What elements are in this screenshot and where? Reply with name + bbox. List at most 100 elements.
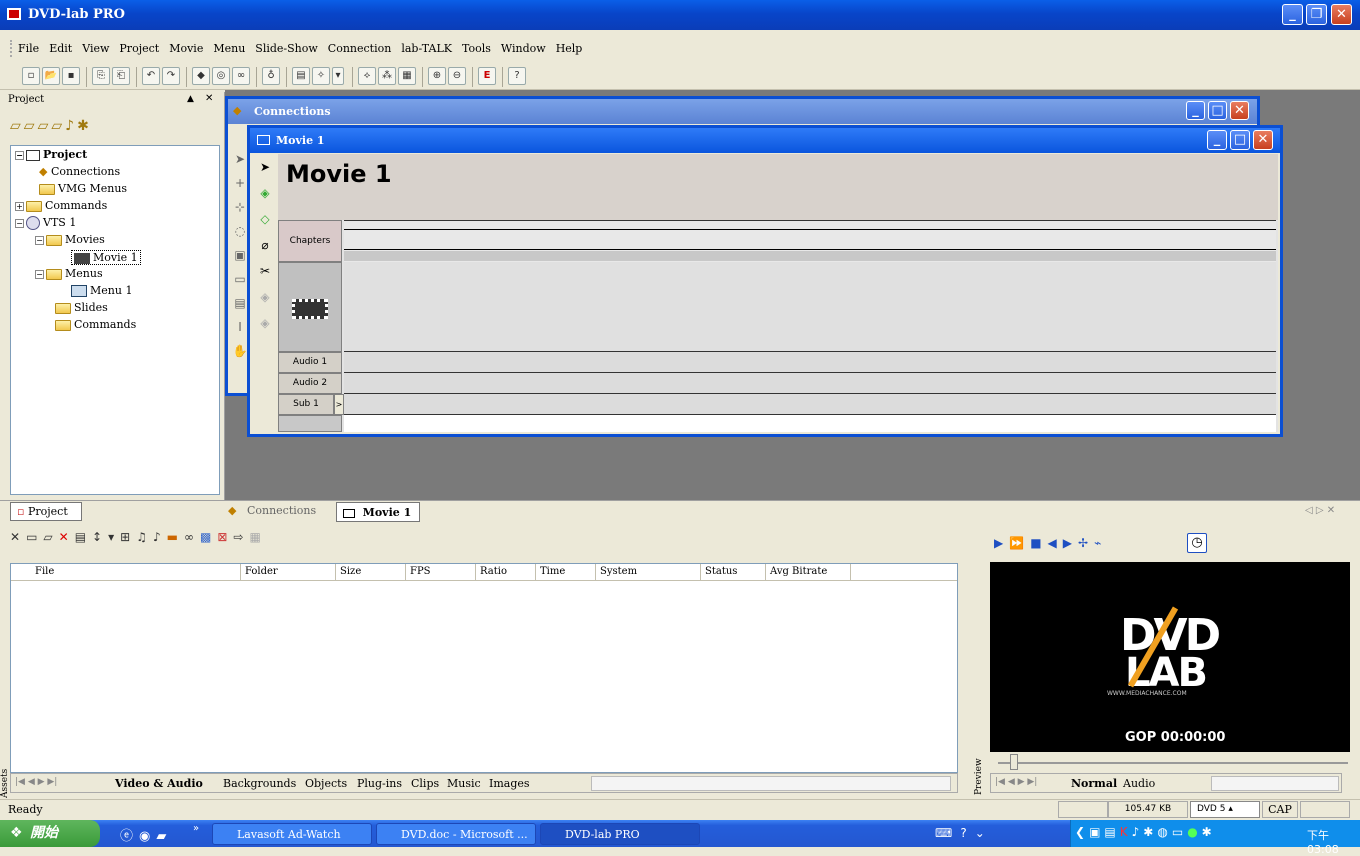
tool-b-icon[interactable]: ▦ (398, 67, 416, 85)
col-status[interactable]: Status (701, 564, 766, 580)
tree-item-vmg-menus[interactable]: VMG Menus (39, 182, 127, 195)
zoom-in-icon[interactable]: ⊕ (428, 67, 446, 85)
link-icon[interactable]: ∞ (184, 530, 200, 544)
col-system[interactable]: System (596, 564, 701, 580)
tray-sound-icon[interactable]: ♪ (1132, 825, 1144, 839)
ac3-icon[interactable]: ♪ (153, 530, 167, 544)
sub-expand-button[interactable]: > (334, 394, 344, 415)
undo-icon[interactable]: ↶ (142, 67, 160, 85)
menu-window[interactable]: Window (496, 40, 551, 57)
next-frame-icon[interactable]: ▶ (1063, 536, 1078, 550)
connections-icon[interactable]: ◆ (192, 67, 210, 85)
transcode-icon[interactable]: ▬ (167, 530, 184, 544)
col-time[interactable]: Time (536, 564, 596, 580)
audio-icon[interactable]: ♪ (65, 118, 77, 134)
close-assets-icon[interactable]: ✕ (10, 530, 26, 544)
tray-monitor-icon[interactable]: ▤ (1104, 825, 1119, 839)
tray-bluetooth2-icon[interactable]: ✱ (1202, 825, 1216, 839)
view-icon[interactable]: ▭ (26, 530, 43, 544)
preview-hscroll[interactable] (1211, 776, 1339, 791)
folder-icon[interactable]: ▰ (156, 829, 172, 844)
menu-project[interactable]: Project (114, 40, 164, 57)
assets-hscroll[interactable] (591, 776, 951, 791)
minimize-button[interactable]: _ (1282, 4, 1303, 25)
sub1-track[interactable] (344, 394, 1276, 415)
restore-button[interactable]: ❐ (1306, 4, 1327, 25)
pro-ex-icon[interactable]: E (478, 67, 496, 85)
wizard-icon[interactable]: ✧ (312, 67, 330, 85)
eraser-icon[interactable]: ⌀ (252, 232, 278, 258)
start-button[interactable]: ❖ 開始 (0, 820, 100, 847)
play-icon[interactable]: ▶ (994, 536, 1009, 550)
preview-slider[interactable] (990, 752, 1350, 772)
video-track[interactable] (344, 262, 1276, 352)
ie-icon[interactable]: ⓔ (120, 829, 139, 844)
tab-objects[interactable]: Objects (305, 777, 347, 790)
tab-normal[interactable]: Normal (1071, 777, 1117, 790)
connections-titlebar[interactable]: ◆ Connections _ □ ✕ (228, 99, 1257, 124)
panel-close-icon[interactable]: ✕ (205, 93, 213, 104)
movie-titlebar[interactable]: Movie 1 _ □ ✕ (250, 128, 1280, 153)
select-icon[interactable]: ➤ (252, 154, 278, 180)
chapters-track[interactable] (344, 220, 1276, 262)
add-slides-icon[interactable]: ▱ (51, 118, 65, 134)
col-fps[interactable]: FPS (406, 564, 476, 580)
col-folder[interactable]: Folder (241, 564, 336, 580)
movie-maximize-button[interactable]: □ (1230, 130, 1250, 150)
fast-forward-icon[interactable]: ⏩ (1009, 536, 1030, 550)
dfs-icon[interactable]: ⁂ (378, 67, 396, 85)
sort-icon[interactable]: ↕ (92, 530, 108, 544)
menu-file[interactable]: File (10, 40, 44, 57)
tab-connections[interactable]: ◆ Connections (228, 504, 316, 517)
paste-icon[interactable]: ⎗ (112, 67, 130, 85)
close-button[interactable]: ✕ (1331, 4, 1352, 25)
tree-item-commands[interactable]: + Commands (15, 199, 107, 212)
disc-type-select[interactable]: DVD 5 ▴ (1190, 801, 1260, 818)
list-view-icon[interactable]: ▤ (75, 530, 92, 544)
new-icon[interactable]: ▫ (22, 67, 40, 85)
add-menu-icon[interactable]: ▱ (38, 118, 52, 134)
tray-k-icon[interactable]: K (1120, 825, 1132, 839)
stop-icon[interactable]: ■ (1030, 536, 1047, 550)
tray-expand-icon[interactable]: ❮ (1075, 825, 1089, 839)
scissors-icon[interactable]: ✂ (252, 258, 278, 284)
mark-icon[interactable]: ✢ (1078, 536, 1094, 550)
tray-display-icon[interactable]: ▭ (1172, 825, 1187, 839)
tab-video-audio[interactable]: Video & Audio (115, 777, 203, 790)
col-ratio[interactable]: Ratio (476, 564, 536, 580)
tray-network-icon[interactable]: ▣ (1089, 825, 1104, 839)
menu-edit[interactable]: Edit (44, 40, 77, 57)
menu-slide-show[interactable]: Slide-Show (250, 40, 323, 57)
chapter-next-icon[interactable]: ◈ (252, 310, 278, 336)
menu-connection[interactable]: Connection (323, 40, 397, 57)
disabled-icon[interactable]: ▦ (249, 530, 266, 544)
tab-scroll-icons[interactable]: ◁ ▷ ✕ (1305, 505, 1335, 516)
col-file[interactable]: File (31, 564, 241, 580)
tab-music[interactable]: Music (447, 777, 481, 790)
menu-view[interactable]: View (77, 40, 114, 57)
connections-maximize-button[interactable]: □ (1208, 101, 1227, 120)
audio-tool-icon[interactable]: ♫ (136, 530, 153, 544)
menu-tools[interactable]: Tools (457, 40, 496, 57)
tab-images[interactable]: Images (489, 777, 530, 790)
open-icon[interactable]: 📂 (42, 67, 60, 85)
panel-collapse-icon[interactable]: ▲ (187, 94, 194, 104)
col-avg-bitrate[interactable]: Avg Bitrate (766, 564, 851, 580)
task-dvd-doc[interactable]: DVD.doc - Microsoft ... (376, 823, 536, 845)
tray-globe-icon[interactable]: ● (1187, 825, 1201, 839)
audio1-track[interactable] (344, 352, 1276, 373)
marker-icon[interactable]: ⌁ (1094, 536, 1107, 550)
connections-minimize-button[interactable]: _ (1186, 101, 1205, 120)
tab-audio[interactable]: Audio (1123, 777, 1155, 790)
add-chapter-icon[interactable]: ◈ (252, 180, 278, 206)
col-size[interactable]: Size (336, 564, 406, 580)
tree-item-movies[interactable]: − Movies (35, 233, 105, 246)
keyboard-icon[interactable]: ⌨ (935, 826, 960, 840)
wizard-dropdown-icon[interactable]: ▾ (332, 67, 344, 85)
tab-project[interactable]: ▫ Project (10, 502, 82, 521)
menu-lab-talk[interactable]: lab-TALK (396, 40, 457, 57)
menu-menu[interactable]: Menu (208, 40, 250, 57)
sort-dropdown-icon[interactable]: ▾ (108, 530, 120, 544)
add-movie-icon[interactable]: ▱ (24, 118, 38, 134)
tree-item-menus[interactable]: − Menus (35, 267, 103, 280)
